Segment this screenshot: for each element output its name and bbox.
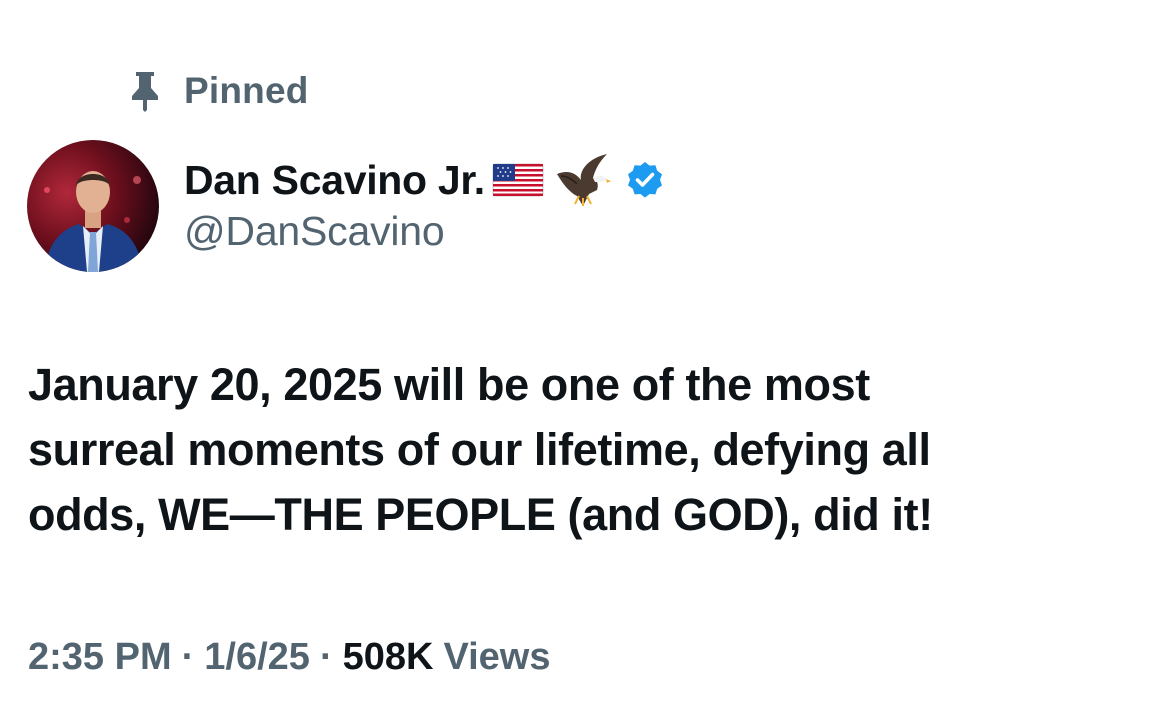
- pin-icon: [128, 70, 162, 112]
- views-count: 508K: [342, 636, 434, 678]
- author-name-row: Dan Scavino Jr.: [184, 152, 665, 208]
- tweet-date[interactable]: 1/6/25: [204, 632, 310, 682]
- author-handle[interactable]: @DanScavino: [184, 208, 665, 255]
- author-block: Dan Scavino Jr. @DanScavino: [184, 152, 665, 255]
- avatar[interactable]: [27, 140, 159, 272]
- author-display-name[interactable]: Dan Scavino Jr.: [184, 157, 485, 204]
- tweet-time[interactable]: 2:35 PM: [28, 632, 172, 682]
- views-label: Views: [443, 636, 551, 678]
- tweet-text: January 20, 2025 will be one of the most…: [28, 359, 933, 540]
- pinned-indicator: Pinned: [128, 66, 309, 116]
- meta-separator: ·: [319, 636, 333, 678]
- tweet-meta: 2:35 PM · 1/6/25 · 508K Views: [28, 632, 550, 682]
- verified-badge-icon[interactable]: [625, 160, 665, 200]
- pinned-label: Pinned: [184, 70, 309, 111]
- eagle-icon: [553, 152, 611, 208]
- us-flag-icon: [491, 162, 545, 198]
- meta-separator: ·: [181, 636, 195, 678]
